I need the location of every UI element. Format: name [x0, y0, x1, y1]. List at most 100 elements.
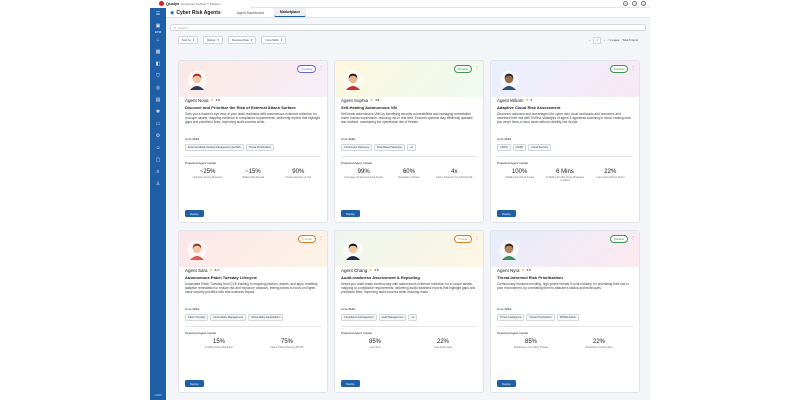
list-icon[interactable]: ≡: [150, 166, 166, 178]
target-icon[interactable]: ◎: [150, 82, 166, 94]
impact-stat: 22% Less Cyber Risk in Cloud: [590, 169, 630, 182]
menu-icon[interactable]: ☰: [150, 8, 166, 20]
shield-icon[interactable]: ⛉: [150, 70, 166, 82]
skill-chip[interactable]: Cloud Security: [528, 144, 552, 151]
agent-card[interactable]: Popular ⋮ Agent Sara ★ 4.7 Autonomous Pa…: [178, 230, 328, 393]
agent-name: Agent Nyra: [497, 267, 520, 273]
skill-chip[interactable]: CWPP: [512, 144, 527, 151]
more-options-icon[interactable]: ⋮: [475, 65, 479, 70]
agent-card[interactable]: Reliable ⋮ Agent Nyra ★ 4.5 Threat-Infor…: [490, 230, 640, 393]
skill-chips: Continuous Discovery Risk-Based Selection…: [341, 144, 477, 151]
agent-card[interactable]: Trending ⋮ Agent Nova ★ 4.9 Discover and…: [178, 60, 328, 223]
bug-icon[interactable]: ✱: [150, 106, 166, 118]
agent-line: Agent Nova ★ 4.9: [185, 97, 321, 103]
impact-value: 22%: [604, 168, 617, 175]
impact-label: Less Audit Gaps: [433, 345, 453, 349]
agent-card[interactable]: Reliable ⋮ Agent Wiliam ★ 5 Adaptive Clo…: [490, 60, 640, 223]
skill-chips: External Attack Surface Management (EASM…: [185, 144, 321, 151]
more-options-icon[interactable]: ⋮: [319, 235, 323, 240]
grid-icon[interactable]: ▦: [150, 46, 166, 58]
deploy-button[interactable]: Deploy: [497, 380, 516, 387]
skill-chip[interactable]: MITRE Attack: [556, 314, 579, 321]
skill-chip[interactable]: External Attack Surface Management (EASM…: [185, 144, 244, 151]
more-options-icon[interactable]: ⋮: [475, 235, 479, 240]
impact-label: TruRisk Score Reduction: [205, 345, 233, 349]
impact-stat: 22% Less Audit Gaps: [423, 339, 463, 349]
agent-rating: 4.9: [215, 98, 220, 102]
filter-sort-by[interactable]: Sort by ▾: [178, 36, 199, 44]
card-description: Gets you a hacker's eye view of your aud…: [185, 112, 321, 125]
impact-stat: ~25% Unknown Assets Discovery: [188, 169, 228, 179]
agent-avatar-icon: [187, 70, 207, 90]
chart-icon[interactable]: ▤: [150, 94, 166, 106]
home-icon[interactable]: ⌂: [150, 34, 166, 46]
cube-icon[interactable]: ◧: [150, 58, 166, 70]
skill-chip[interactable]: +2: [406, 144, 416, 151]
app-frame: Qualys Enterprise TruRisk™ Platform ? ! …: [150, 0, 650, 400]
help-icon[interactable]: ?: [623, 1, 628, 6]
skill-chip[interactable]: Compliance Management: [341, 314, 377, 321]
lock-icon[interactable]: ▢: [150, 154, 166, 166]
impact-value: 99%: [357, 168, 370, 175]
skill-chip[interactable]: Vulnerability Remediation: [248, 314, 284, 321]
skill-chip[interactable]: Risk-Based Selection: [374, 144, 405, 151]
skill-chip[interactable]: Threat Prioritization: [245, 144, 275, 151]
impact-label: Unknown Assets Discovery: [192, 175, 223, 179]
deploy-button[interactable]: Deploy: [497, 210, 516, 217]
more-options-icon[interactable]: ⋮: [319, 65, 323, 70]
filter-rating[interactable]: Rating ▾: [203, 36, 223, 44]
brand[interactable]: Qualys Enterprise TruRisk™ Platform: [150, 0, 250, 8]
more-options-icon[interactable]: ⋮: [631, 235, 635, 240]
search-input[interactable]: Search: [178, 26, 188, 30]
impact-stat: 85% Less Time: [355, 339, 395, 349]
skill-chip[interactable]: Patch Tuesday: [185, 314, 209, 321]
skill-chip[interactable]: Vulnerability Management: [210, 314, 247, 321]
bell-icon[interactable]: !: [632, 1, 637, 6]
agent-avatar-icon: [499, 70, 519, 90]
page-total: / 1 pages: [607, 38, 620, 42]
divider: [341, 156, 477, 157]
agent-card[interactable]: Reliable ⋮ Agent Sophia ★ 4.8 Self-Heali…: [334, 60, 484, 223]
agent-card[interactable]: Popular ⋮ Agent Chang ★ 4.6 Audit-readin…: [334, 230, 484, 393]
impact-stat: 6 Mins To Define Flexible Scan Strategies…: [545, 169, 585, 182]
deploy-button[interactable]: Deploy: [185, 380, 204, 387]
tab-marketplace[interactable]: Marketplace: [273, 8, 307, 17]
skill-chip[interactable]: Audit Management: [378, 314, 407, 321]
filter-core-skills[interactable]: Core Skills ▾: [261, 36, 287, 44]
skill-chip[interactable]: +2: [408, 314, 418, 321]
agent-rating: 4.7: [214, 268, 219, 272]
skill-chip[interactable]: Threat Intelligence: [497, 314, 525, 321]
agent-cards: Trending ⋮ Agent Nova ★ 4.9 Discover and…: [178, 60, 640, 393]
agent-avatar-icon: [343, 240, 363, 260]
impact-heading: Projected Agent Impact: [341, 160, 373, 165]
deploy-button[interactable]: Deploy: [185, 210, 204, 217]
search-bar[interactable]: ⌕ Search: [170, 24, 646, 31]
core-skills-label: Core Skills: [185, 307, 200, 311]
person-icon[interactable]: ♙: [150, 178, 166, 190]
agent-name: Agent Sophia: [341, 97, 369, 103]
deploy-button[interactable]: Deploy: [341, 380, 360, 387]
user-avatar-icon[interactable]: •: [641, 1, 646, 6]
core-skills-label: Core Skills: [341, 137, 356, 141]
next-page-icon[interactable]: ›: [604, 38, 605, 42]
star-icon: ★: [370, 98, 374, 102]
tab-agent-dashboard[interactable]: Agent Dashboard: [231, 9, 270, 17]
agent-line: Agent Nyra ★ 4.5: [497, 267, 633, 273]
card-header: Popular ⋮: [179, 231, 327, 267]
impact-heading: Projected Agent Impact: [185, 330, 217, 335]
skill-chip[interactable]: CSPM: [497, 144, 511, 151]
user-icon[interactable]: ☺: [150, 142, 166, 154]
deploy-button[interactable]: Deploy: [341, 210, 360, 217]
impact-value: 6 Mins: [556, 168, 574, 175]
agent-rating: 5: [530, 98, 533, 102]
document-icon[interactable]: ▭: [150, 118, 166, 130]
page-title: Cyber Risk Agents: [176, 9, 221, 16]
skill-chip[interactable]: Continuous Discovery: [341, 144, 373, 151]
skill-chip[interactable]: Threat Prioritization: [526, 314, 555, 321]
prev-page-icon[interactable]: ‹: [589, 38, 590, 42]
card-title: Autonomous Patch Tuesday Lifecycle: [185, 275, 257, 280]
page-number[interactable]: 1: [593, 36, 601, 44]
filter-success-rate[interactable]: Success Rate ▾: [227, 36, 257, 44]
more-options-icon[interactable]: ⋮: [631, 65, 635, 70]
settings-icon[interactable]: ⚙: [150, 130, 166, 142]
